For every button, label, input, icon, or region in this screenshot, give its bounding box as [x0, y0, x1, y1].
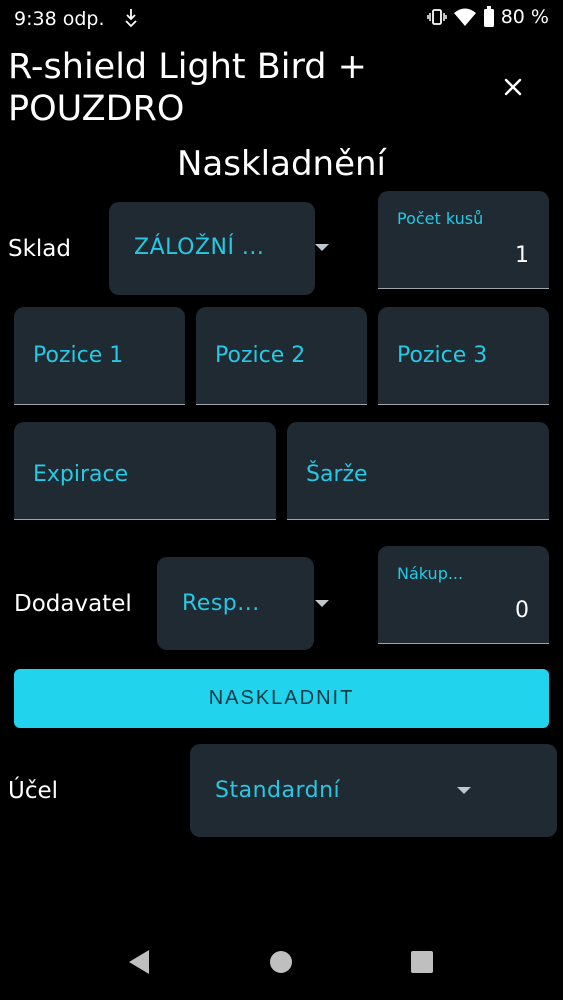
- status-time: 9:38 odp.: [14, 8, 105, 30]
- pozice3-field[interactable]: Pozice 3: [378, 307, 549, 405]
- nakup-field[interactable]: Nákup... 0: [378, 546, 549, 644]
- pozice2-placeholder: Pozice 2: [215, 343, 306, 368]
- page-title: Naskladnění: [177, 144, 386, 184]
- dodavatel-chevron-down-icon[interactable]: [315, 600, 329, 607]
- naskladnit-button[interactable]: NASKLADNIT: [14, 669, 549, 728]
- sklad-label: Sklad: [8, 236, 72, 262]
- expirace-field[interactable]: Expirace: [14, 422, 276, 520]
- product-title: R-shield Light Bird + POUZDRO: [8, 47, 367, 129]
- ucel-chevron-down-icon: [457, 787, 471, 794]
- sklad-chevron-down-icon[interactable]: [315, 244, 329, 251]
- sklad-dropdown[interactable]: ZÁLOŽNÍ ...: [109, 202, 315, 295]
- sklad-value: ZÁLOŽNÍ ...: [134, 235, 265, 260]
- battery-percent: 80 %: [500, 6, 549, 28]
- ucel-label: Účel: [8, 778, 59, 804]
- nakup-label: Nákup...: [397, 564, 464, 583]
- vibrate-icon: [426, 9, 447, 25]
- pocet-kusu-field[interactable]: Počet kusů 1: [378, 191, 549, 289]
- download-icon: [125, 9, 137, 28]
- ucel-dropdown[interactable]: Standardní: [190, 744, 557, 837]
- ucel-value: Standardní: [215, 778, 341, 803]
- battery-icon: [483, 6, 494, 27]
- sarze-placeholder: Šarže: [306, 462, 368, 487]
- pozice1-placeholder: Pozice 1: [33, 343, 124, 368]
- close-icon[interactable]: [500, 74, 526, 100]
- dodavatel-label: Dodavatel: [14, 591, 132, 617]
- dodavatel-dropdown[interactable]: Resp...: [157, 557, 314, 650]
- back-icon[interactable]: [127, 948, 151, 976]
- home-icon[interactable]: [269, 950, 293, 974]
- recents-icon[interactable]: [410, 950, 434, 974]
- pocet-kusu-value: 1: [515, 243, 529, 268]
- sarze-field[interactable]: Šarže: [287, 422, 549, 520]
- pozice2-field[interactable]: Pozice 2: [196, 307, 367, 405]
- nakup-value: 0: [515, 598, 529, 623]
- expirace-placeholder: Expirace: [33, 462, 129, 487]
- svg-text:4: 4: [469, 19, 474, 27]
- status-icons: 4 80 %: [426, 6, 549, 28]
- pozice1-field[interactable]: Pozice 1: [14, 307, 185, 405]
- dodavatel-value: Resp...: [182, 591, 260, 616]
- pozice3-placeholder: Pozice 3: [397, 343, 488, 368]
- pocet-kusu-label: Počet kusů: [397, 209, 484, 228]
- wifi-icon: 4: [453, 8, 476, 27]
